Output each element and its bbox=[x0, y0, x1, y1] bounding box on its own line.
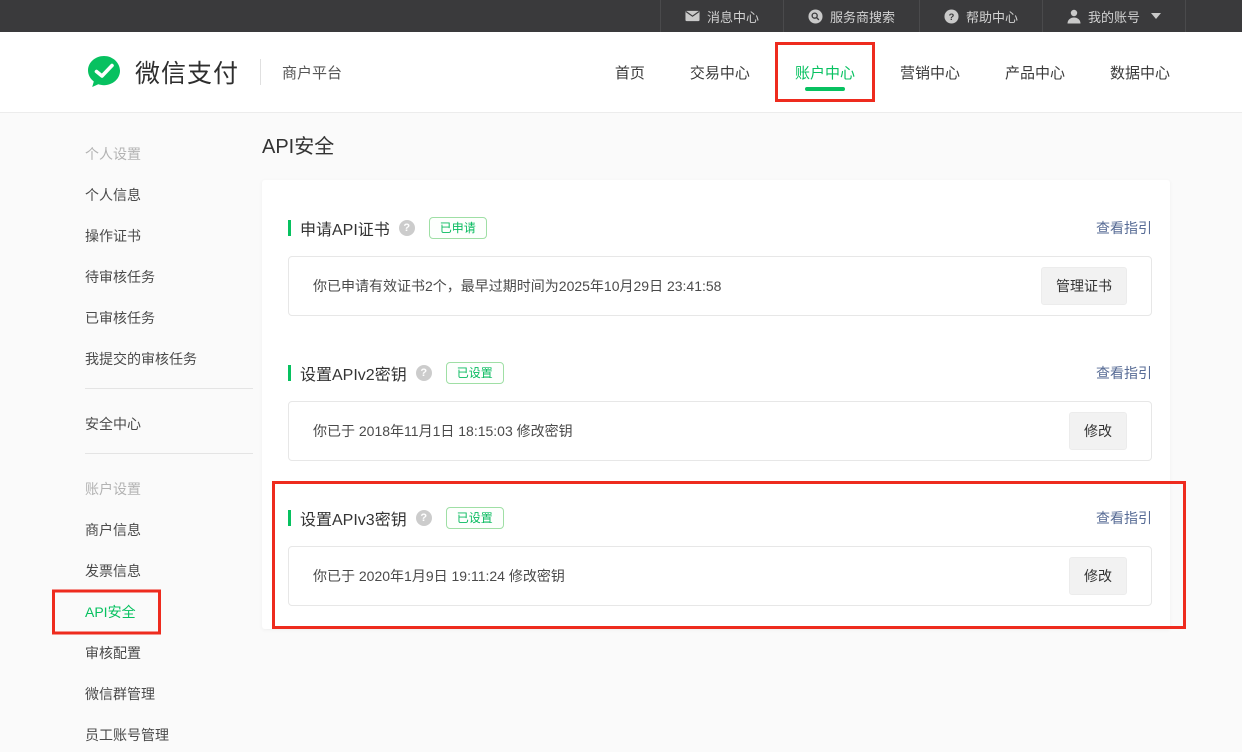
nav-item-trade-center[interactable]: 交易中心 bbox=[690, 32, 750, 112]
sidebar-item-invoice-info[interactable]: 发票信息 bbox=[85, 550, 253, 591]
view-guide-link[interactable]: 查看指引 bbox=[1096, 218, 1152, 238]
sidebar-item-reviewed-tasks[interactable]: 已审核任务 bbox=[85, 297, 253, 338]
nav-item-home[interactable]: 首页 bbox=[615, 32, 645, 112]
chevron-down-icon bbox=[1151, 13, 1161, 19]
topbar-item-help-center[interactable]: ? 帮助中心 bbox=[919, 0, 1042, 32]
section-header: 设置APIv2密钥 ? 已设置 查看指引 bbox=[288, 361, 1152, 385]
sidebar-item-operation-certificate[interactable]: 操作证书 bbox=[85, 215, 253, 256]
manage-certificate-button[interactable]: 管理证书 bbox=[1041, 267, 1127, 305]
mail-icon bbox=[685, 10, 700, 22]
svg-text:?: ? bbox=[949, 11, 955, 21]
topbar-item-label: 我的账号 bbox=[1088, 7, 1140, 26]
sidebar-item-staff-account-management[interactable]: 员工账号管理 bbox=[85, 714, 253, 752]
brand: 微信支付 商户平台 bbox=[85, 54, 342, 90]
sidebar-group-personal-settings: 个人设置 bbox=[85, 133, 253, 174]
brand-divider bbox=[260, 59, 261, 85]
modify-apiv2-key-button[interactable]: 修改 bbox=[1069, 412, 1127, 450]
user-icon bbox=[1067, 9, 1081, 24]
topbar-item-label: 消息中心 bbox=[707, 7, 759, 26]
status-badge: 已设置 bbox=[446, 507, 504, 529]
sidebar-item-personal-info[interactable]: 个人信息 bbox=[85, 174, 253, 215]
nav-item-account-center[interactable]: 账户中心 bbox=[795, 32, 855, 112]
sidebar-item-api-security[interactable]: API安全 bbox=[85, 591, 253, 632]
certificate-info-text: 你已申请有效证书2个，最早过期时间为2025年10月29日 23:41:58 bbox=[313, 276, 1041, 296]
page-title: API安全 bbox=[262, 133, 1170, 161]
topbar-spacer bbox=[0, 0, 660, 32]
certificate-info-box: 你已申请有效证书2个，最早过期时间为2025年10月29日 23:41:58 管… bbox=[288, 256, 1152, 316]
topbar-item-my-account[interactable]: 我的账号 bbox=[1042, 0, 1185, 32]
sidebar-divider bbox=[85, 453, 253, 454]
nav-item-product-center[interactable]: 产品中心 bbox=[1005, 32, 1065, 112]
topbar-item-label: 帮助中心 bbox=[966, 7, 1018, 26]
active-nav-underline bbox=[805, 87, 845, 91]
question-mark-icon[interactable]: ? bbox=[416, 365, 432, 381]
topbar: 消息中心 服务商搜索 ? 帮助中心 我的账号 bbox=[0, 0, 1242, 32]
apiv2-key-info-text: 你已于 2018年11月1日 18:15:03 修改密钥 bbox=[313, 421, 1069, 441]
header: 微信支付 商户平台 首页 交易中心 账户中心 营销中心 产品中心 数据中心 bbox=[0, 32, 1242, 113]
topbar-item-message-center[interactable]: 消息中心 bbox=[660, 0, 783, 32]
topbar-end-spacer bbox=[1185, 0, 1242, 32]
brand-subtitle: 商户平台 bbox=[282, 62, 342, 83]
status-badge: 已设置 bbox=[446, 362, 504, 384]
nav-item-marketing-center[interactable]: 营销中心 bbox=[900, 32, 960, 112]
topbar-item-label: 服务商搜索 bbox=[830, 7, 895, 26]
status-badge: 已申请 bbox=[429, 217, 487, 239]
section-title: 设置APIv3密钥 bbox=[300, 506, 407, 530]
sidebar-item-my-submitted-review-tasks[interactable]: 我提交的审核任务 bbox=[85, 338, 253, 379]
help-icon: ? bbox=[944, 9, 959, 24]
view-guide-link[interactable]: 查看指引 bbox=[1096, 363, 1152, 383]
content: 个人设置 个人信息 操作证书 待审核任务 已审核任务 我提交的审核任务 安全中心… bbox=[0, 113, 1242, 752]
apiv2-key-info-box: 你已于 2018年11月1日 18:15:03 修改密钥 修改 bbox=[288, 401, 1152, 461]
green-bar-icon bbox=[288, 220, 291, 236]
brand-name: 微信支付 bbox=[135, 54, 239, 90]
section-apiv3-key: 设置APIv3密钥 ? 已设置 查看指引 你已于 2020年1月9日 19:11… bbox=[288, 506, 1152, 606]
modify-apiv3-key-button[interactable]: 修改 bbox=[1069, 557, 1127, 595]
green-bar-icon bbox=[288, 510, 291, 526]
apiv3-key-info-box: 你已于 2020年1月9日 19:11:24 修改密钥 修改 bbox=[288, 546, 1152, 606]
wechat-pay-logo-icon bbox=[85, 54, 123, 90]
question-mark-icon[interactable]: ? bbox=[416, 510, 432, 526]
view-guide-link[interactable]: 查看指引 bbox=[1096, 508, 1152, 528]
section-apiv2-key: 设置APIv2密钥 ? 已设置 查看指引 你已于 2018年11月1日 18:1… bbox=[288, 361, 1152, 461]
api-security-card: 申请API证书 ? 已申请 查看指引 你已申请有效证书2个，最早过期时间为202… bbox=[262, 180, 1170, 629]
question-mark-icon[interactable]: ? bbox=[399, 220, 415, 236]
main-nav: 首页 交易中心 账户中心 营销中心 产品中心 数据中心 bbox=[615, 32, 1170, 112]
sidebar-item-pending-review-tasks[interactable]: 待审核任务 bbox=[85, 256, 253, 297]
sidebar-divider bbox=[85, 388, 253, 389]
section-api-certificate: 申请API证书 ? 已申请 查看指引 你已申请有效证书2个，最早过期时间为202… bbox=[288, 216, 1152, 316]
sidebar-item-wechat-group-management[interactable]: 微信群管理 bbox=[85, 673, 253, 714]
sidebar-item-security-center[interactable]: 安全中心 bbox=[85, 403, 253, 444]
green-bar-icon bbox=[288, 365, 291, 381]
search-icon bbox=[808, 9, 823, 24]
nav-item-data-center[interactable]: 数据中心 bbox=[1110, 32, 1170, 112]
topbar-item-service-provider-search[interactable]: 服务商搜索 bbox=[783, 0, 919, 32]
sidebar: 个人设置 个人信息 操作证书 待审核任务 已审核任务 我提交的审核任务 安全中心… bbox=[85, 113, 253, 752]
apiv3-key-info-text: 你已于 2020年1月9日 19:11:24 修改密钥 bbox=[313, 566, 1069, 586]
section-header: 申请API证书 ? 已申请 查看指引 bbox=[288, 216, 1152, 240]
sidebar-item-review-config[interactable]: 审核配置 bbox=[85, 632, 253, 673]
sidebar-group-account-settings: 账户设置 bbox=[85, 468, 253, 509]
section-title: 申请API证书 bbox=[300, 216, 390, 240]
sidebar-item-merchant-info[interactable]: 商户信息 bbox=[85, 509, 253, 550]
section-header: 设置APIv3密钥 ? 已设置 查看指引 bbox=[288, 506, 1152, 530]
section-title: 设置APIv2密钥 bbox=[300, 361, 407, 385]
main-panel: API安全 申请API证书 ? 已申请 查看指引 你已申请有效证书2个，最早过期… bbox=[262, 113, 1170, 752]
